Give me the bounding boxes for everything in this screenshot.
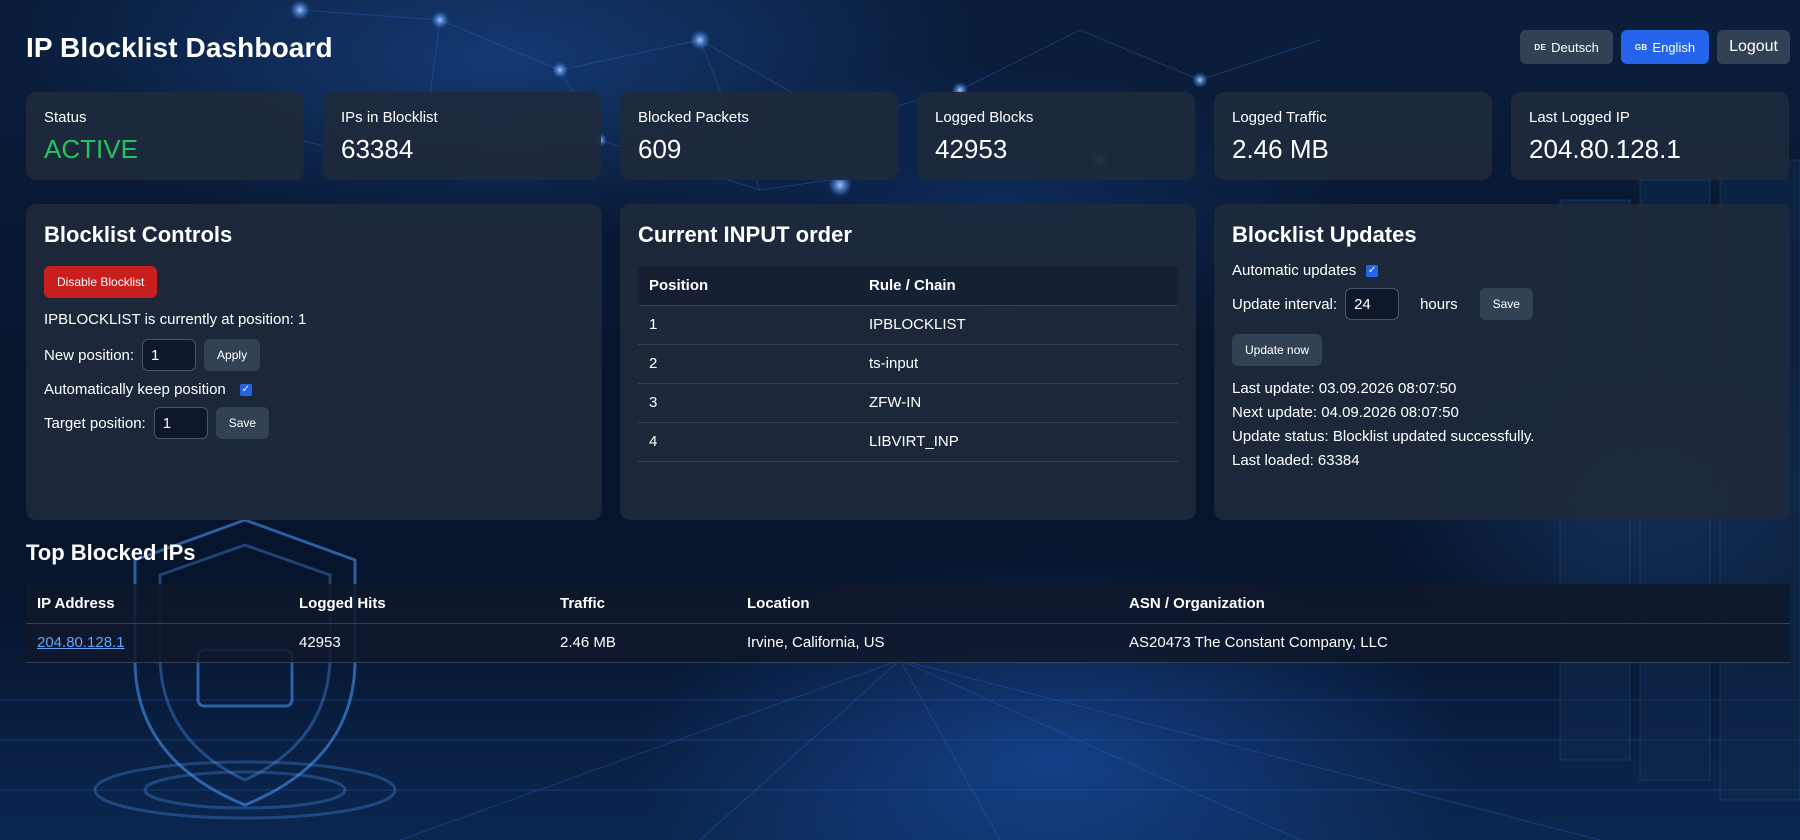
- save-interval-button[interactable]: Save: [1479, 288, 1533, 320]
- chain-cell: ZFW-IN: [858, 382, 1178, 422]
- table-row: 3 ZFW-IN: [638, 382, 1178, 422]
- language-deutsch-button[interactable]: DE Deutsch: [1520, 30, 1613, 64]
- blocklist-updates-card: Blocklist Updates Automatic updates ✓ Up…: [1214, 204, 1790, 520]
- input-order-table: Position Rule / Chain 1 IPBLOCKLIST 2 ts…: [638, 266, 1178, 462]
- last-update-label: Last update: 03.09.2026 08:07:50: [1232, 380, 1457, 397]
- flag-de-icon: DE: [1534, 42, 1547, 52]
- input-order-title: Current INPUT order: [638, 222, 852, 247]
- last-loaded-label: Last loaded: 63384: [1232, 452, 1360, 469]
- asn-cell: AS20473 The Constant Company, LLC: [1118, 622, 1790, 663]
- stat-label: Logged Blocks: [935, 109, 1034, 126]
- stat-value: ACTIVE: [44, 134, 138, 164]
- next-update-label: Next update: 04.09.2026 08:07:50: [1232, 404, 1459, 421]
- top-actions: DE Deutsch GB English Logout: [1520, 30, 1790, 64]
- auto-updates-row: Automatic updates ✓: [1232, 262, 1772, 279]
- update-interval-label: Update interval:: [1232, 295, 1338, 313]
- current-position-label: IPBLOCKLIST is currently at position: 1: [44, 311, 307, 328]
- table-row: 1 IPBLOCKLIST: [638, 304, 1178, 344]
- stat-card-last-logged-ip: Last Logged IP 204.80.128.1: [1511, 92, 1789, 180]
- table-row: 4 LIBVIRT_INP: [638, 421, 1178, 462]
- top-blocked-title: Top Blocked IPs: [26, 540, 196, 565]
- blocklist-updates-title: Blocklist Updates: [1232, 222, 1417, 247]
- stat-card-logged-traffic: Logged Traffic 2.46 MB: [1214, 92, 1492, 180]
- column-header: Position: [649, 276, 709, 294]
- save-target-position-button[interactable]: Save: [215, 407, 270, 439]
- stat-value: 42953: [935, 134, 1008, 164]
- stat-label: Status: [44, 109, 87, 126]
- last-loaded-text: Last loaded: 63384: [1232, 452, 1772, 469]
- new-position-input[interactable]: [142, 339, 197, 371]
- page-title: IP Blocklist Dashboard: [26, 32, 333, 63]
- ip-address-link[interactable]: 204.80.128.1: [37, 634, 125, 651]
- position-cell: 4: [638, 421, 858, 462]
- stat-label: Blocked Packets: [638, 109, 749, 126]
- target-position-input[interactable]: [153, 407, 208, 439]
- app-root: IP Blocklist Dashboard DE Deutsch GB Eng…: [0, 0, 1800, 840]
- table-row: 2 ts-input: [638, 343, 1178, 383]
- update-status-text: Update status: Blocklist updated success…: [1232, 428, 1772, 445]
- apply-position-button[interactable]: Apply: [204, 339, 261, 371]
- target-position-label: Target position:: [44, 414, 146, 432]
- update-interval-input[interactable]: [1345, 288, 1400, 320]
- blocklist-controls-title: Blocklist Controls: [44, 222, 233, 247]
- hits-cell: 42953: [288, 622, 549, 663]
- auto-updates-label: Automatic updates: [1232, 262, 1357, 279]
- stat-label: Last Logged IP: [1529, 109, 1630, 126]
- table-header-row: Position Rule / Chain: [638, 266, 1178, 305]
- stat-label: Logged Traffic: [1232, 109, 1327, 126]
- top-bar: IP Blocklist Dashboard DE Deutsch GB Eng…: [26, 28, 1790, 68]
- blocklist-controls-card: Blocklist Controls Disable Blocklist IPB…: [26, 204, 602, 520]
- stat-card-blocked-packets: Blocked Packets 609: [620, 92, 898, 180]
- ip-cell: 204.80.128.1: [26, 622, 288, 663]
- location-cell: Irvine, California, US: [736, 622, 1118, 663]
- logout-button[interactable]: Logout: [1717, 30, 1790, 64]
- new-position-label: New position:: [44, 346, 135, 364]
- column-header: IP Address: [37, 594, 115, 612]
- update-now-button[interactable]: Update now: [1232, 334, 1323, 366]
- input-order-card: Current INPUT order Position Rule / Chai…: [620, 204, 1196, 520]
- language-deutsch-label: Deutsch: [1551, 39, 1599, 55]
- flag-gb-icon: GB: [1634, 42, 1648, 52]
- chain-cell: LIBVIRT_INP: [858, 421, 1178, 462]
- stat-value: 2.46 MB: [1232, 134, 1329, 164]
- position-cell: 2: [638, 343, 858, 383]
- column-header: ASN / Organization: [1129, 594, 1265, 612]
- new-position-row: New position: Apply: [44, 339, 584, 371]
- auto-updates-checkbox[interactable]: ✓: [1366, 264, 1379, 277]
- current-position-text: IPBLOCKLIST is currently at position: 1: [44, 311, 584, 328]
- column-header: Logged Hits: [299, 594, 386, 612]
- hours-label: hours: [1420, 295, 1458, 313]
- stat-value: 204.80.128.1: [1529, 134, 1681, 164]
- stat-card-logged-blocks: Logged Blocks 42953: [917, 92, 1195, 180]
- update-status-label: Update status: Blocklist updated success…: [1232, 428, 1535, 445]
- disable-blocklist-button[interactable]: Disable Blocklist: [44, 266, 158, 298]
- update-now-row: Update now: [1232, 334, 1772, 366]
- update-interval-row: Update interval: hours Save: [1232, 288, 1772, 320]
- stat-card-status: Status ACTIVE: [26, 92, 304, 180]
- language-english-label: English: [1652, 39, 1696, 55]
- chain-cell: ts-input: [858, 343, 1178, 383]
- stat-label: IPs in Blocklist: [341, 109, 438, 126]
- target-position-row: Target position: Save: [44, 407, 584, 439]
- language-english-button[interactable]: GB English: [1620, 30, 1710, 64]
- next-update-text: Next update: 04.09.2026 08:07:50: [1232, 404, 1772, 421]
- auto-keep-label: Automatically keep position: [44, 381, 226, 398]
- last-update-text: Last update: 03.09.2026 08:07:50: [1232, 380, 1772, 397]
- auto-keep-row: Automatically keep position ✓: [44, 381, 584, 398]
- table-header-row: IP Address Logged Hits Traffic Location …: [26, 584, 1790, 623]
- column-header: Location: [747, 594, 810, 612]
- stat-value: 63384: [341, 134, 414, 164]
- chain-cell: IPBLOCKLIST: [858, 304, 1178, 344]
- auto-keep-checkbox[interactable]: ✓: [239, 383, 252, 396]
- column-header: Rule / Chain: [869, 276, 956, 294]
- column-header: Traffic: [560, 594, 606, 612]
- stat-card-ips-in-blocklist: IPs in Blocklist 63384: [323, 92, 601, 180]
- table-row: 204.80.128.1 42953 2.46 MB Irvine, Calif…: [26, 622, 1790, 663]
- stat-value: 609: [638, 134, 682, 164]
- position-cell: 1: [638, 304, 858, 344]
- position-cell: 3: [638, 382, 858, 422]
- top-blocked-table: IP Address Logged Hits Traffic Location …: [26, 584, 1790, 663]
- traffic-cell: 2.46 MB: [549, 622, 736, 663]
